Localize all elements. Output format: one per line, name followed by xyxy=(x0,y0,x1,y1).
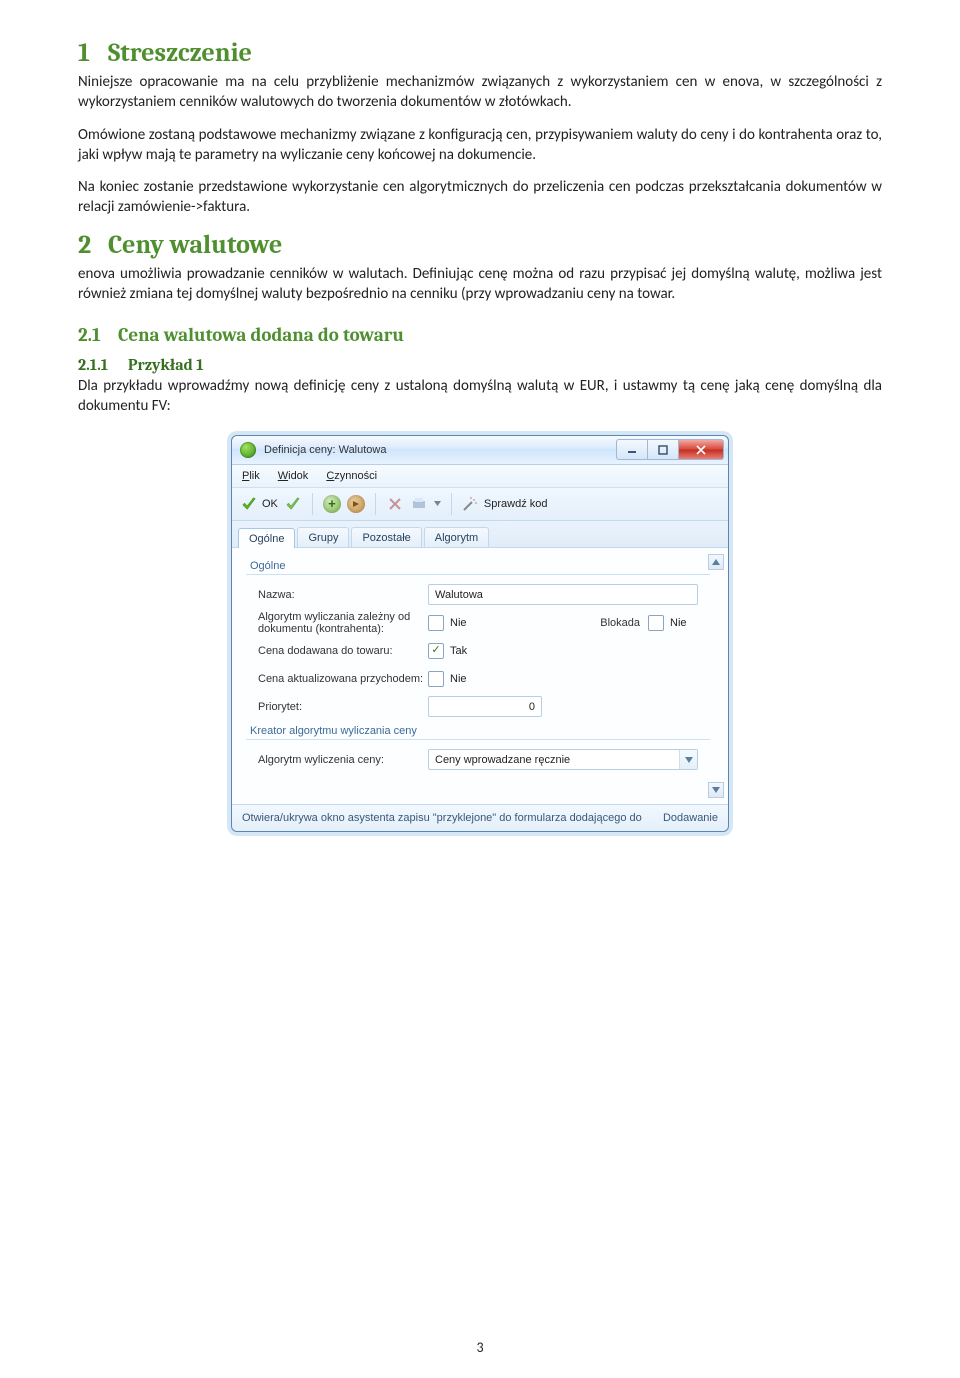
label-cena-aktualizowana: Cena aktualizowana przychodem: xyxy=(258,673,428,685)
group-label: Kreator algorytmu wyliczania ceny xyxy=(250,725,417,737)
checkbox-alg-zalezny[interactable]: Nie xyxy=(428,615,528,631)
maximize-icon xyxy=(658,445,668,455)
heading-2-ceny-walutowe: 2Ceny walutowe xyxy=(78,230,882,260)
check-icon xyxy=(240,495,258,513)
toolbar-separator xyxy=(312,493,313,515)
toolbar-separator xyxy=(451,493,452,515)
toolbar-separator xyxy=(375,493,376,515)
scroll-down-button[interactable] xyxy=(708,782,724,798)
body-paragraph: Omówione zostaną podstawowe mechanizmy z… xyxy=(78,125,882,166)
tabstrip: Ogólne Grupy Pozostałe Algorytm xyxy=(232,521,728,548)
document-page: 1Streszczenie Niniejsze opracowanie ma n… xyxy=(0,0,960,1378)
heading-text: Cena walutowa dodana do towaru xyxy=(118,324,404,346)
label-cena-dodawana: Cena dodawana do towaru: xyxy=(258,645,428,657)
menubar: Plik Widok Czynności xyxy=(232,465,728,488)
label-priorytet: Priorytet: xyxy=(258,701,428,713)
checkbox-label: Tak xyxy=(450,645,467,657)
menu-plik[interactable]: Plik xyxy=(242,470,260,482)
heading-1-streszczenie: 1Streszczenie xyxy=(78,38,882,68)
maximize-button[interactable] xyxy=(647,439,679,460)
tab-pozostale[interactable]: Pozostałe xyxy=(351,527,421,547)
heading-number: 2 xyxy=(78,230,108,260)
add-button[interactable]: + xyxy=(323,495,341,513)
heading-number: 2.1.1 xyxy=(78,356,128,374)
ok-button[interactable]: OK xyxy=(240,495,278,513)
window-title: Definicja ceny: Walutowa xyxy=(264,444,616,456)
checkbox-box xyxy=(428,671,444,687)
body-paragraph: enova umożliwia prowadzanie cenników w w… xyxy=(78,264,882,305)
print-icon[interactable] xyxy=(410,495,428,513)
scroll-up-button[interactable] xyxy=(708,554,724,570)
heading-text: Przykład 1 xyxy=(128,356,204,374)
ok-label: OK xyxy=(262,498,278,510)
delete-icon[interactable] xyxy=(386,495,404,513)
label-nazwa: Nazwa: xyxy=(258,589,428,601)
dropdown-button[interactable] xyxy=(679,750,697,769)
label-algorytm-wyliczenia: Algorytm wyliczenia ceny: xyxy=(258,754,428,766)
row-cena-dodawana: Cena dodawana do towaru: Tak xyxy=(246,639,710,663)
row-priorytet: Priorytet: 0 xyxy=(246,695,710,719)
heading-number: 2.1 xyxy=(78,324,118,346)
tab-algorytm[interactable]: Algorytm xyxy=(424,527,489,547)
row-nazwa: Nazwa: Walutowa xyxy=(246,583,710,607)
heading-2-1: 2.1Cena walutowa dodana do towaru xyxy=(78,324,882,346)
chevron-down-icon xyxy=(685,757,693,763)
body-paragraph: Na koniec zostanie przedstawione wykorzy… xyxy=(78,177,882,218)
input-priorytet[interactable]: 0 xyxy=(428,696,542,717)
toolbar: OK + Sprawdź kod xyxy=(232,488,728,521)
close-icon xyxy=(695,445,707,455)
app-icon xyxy=(240,442,256,458)
input-nazwa[interactable]: Walutowa xyxy=(428,584,698,605)
checkbox-cena-aktualizowana[interactable]: Nie xyxy=(428,671,528,687)
page-number: 3 xyxy=(0,1339,960,1356)
select-algorytm-wyliczenia[interactable]: Ceny wprowadzane ręcznie xyxy=(428,749,698,770)
status-text: Otwiera/ukrywa okno asystenta zapisu "pr… xyxy=(242,812,642,824)
tab-ogolne[interactable]: Ogólne xyxy=(238,528,295,548)
chevron-down-icon xyxy=(712,787,720,793)
apply-icon[interactable] xyxy=(284,495,302,513)
checkbox-label: Nie xyxy=(450,617,467,629)
body-paragraph: Dla przykładu wprowadźmy nową definicję … xyxy=(78,376,882,417)
dialog-definicja-ceny: Definicja ceny: Walutowa Plik Widok Czyn… xyxy=(231,435,729,832)
toolbar-dropdown[interactable] xyxy=(434,495,441,513)
dialog-body: Ogólne Nazwa: Walutowa Algorytm wyliczan… xyxy=(232,548,728,804)
minimize-button[interactable] xyxy=(616,439,647,460)
checkbox-box-checked xyxy=(428,643,444,659)
checkbox-cena-dodawana[interactable]: Tak xyxy=(428,643,528,659)
next-button[interactable] xyxy=(347,495,365,513)
select-value: Ceny wprowadzane ręcznie xyxy=(435,754,679,766)
row-alg-zalezny: Algorytm wyliczania zależny od dokumentu… xyxy=(246,611,710,635)
group-label: Ogólne xyxy=(250,560,285,572)
menu-czynnosci[interactable]: Czynności xyxy=(326,470,377,482)
checkbox-blokada[interactable]: Nie xyxy=(648,615,748,631)
minimize-icon xyxy=(627,445,637,455)
heading-text: Streszczenie xyxy=(108,38,252,68)
arrow-right-icon xyxy=(351,499,361,509)
status-mode: Dodawanie xyxy=(663,812,718,824)
wand-icon[interactable] xyxy=(462,496,478,512)
sprawdz-kod-button[interactable]: Sprawdź kod xyxy=(484,498,548,510)
checkbox-box xyxy=(428,615,444,631)
row-algorytm-wyliczenia: Algorytm wyliczenia ceny: Ceny wprowadza… xyxy=(246,748,710,772)
checkbox-label: Nie xyxy=(670,617,687,629)
group-kreator[interactable]: Kreator algorytmu wyliczania ceny xyxy=(246,723,710,740)
heading-number: 1 xyxy=(78,38,108,68)
row-cena-aktualizowana: Cena aktualizowana przychodem: Nie xyxy=(246,667,710,691)
window-controls xyxy=(616,439,724,460)
tab-grupy[interactable]: Grupy xyxy=(297,527,349,547)
group-ogolne[interactable]: Ogólne xyxy=(246,558,710,575)
close-button[interactable] xyxy=(679,439,724,460)
chevron-up-icon xyxy=(712,559,720,565)
statusbar: Otwiera/ukrywa okno asystenta zapisu "pr… xyxy=(232,804,728,831)
label-alg-zalezny: Algorytm wyliczania zależny od dokumentu… xyxy=(258,611,428,635)
window-titlebar[interactable]: Definicja ceny: Walutowa xyxy=(232,436,728,465)
heading-text: Ceny walutowe xyxy=(108,230,282,260)
checkbox-label: Nie xyxy=(450,673,467,685)
heading-2-1-1: 2.1.1Przykład 1 xyxy=(78,356,882,374)
chevron-down-icon xyxy=(434,501,441,506)
body-paragraph: Niniejsze opracowanie ma na celu przybli… xyxy=(78,72,882,113)
label-blokada: Blokada xyxy=(578,617,648,629)
menu-widok[interactable]: Widok xyxy=(278,470,309,482)
checkbox-box xyxy=(648,615,664,631)
